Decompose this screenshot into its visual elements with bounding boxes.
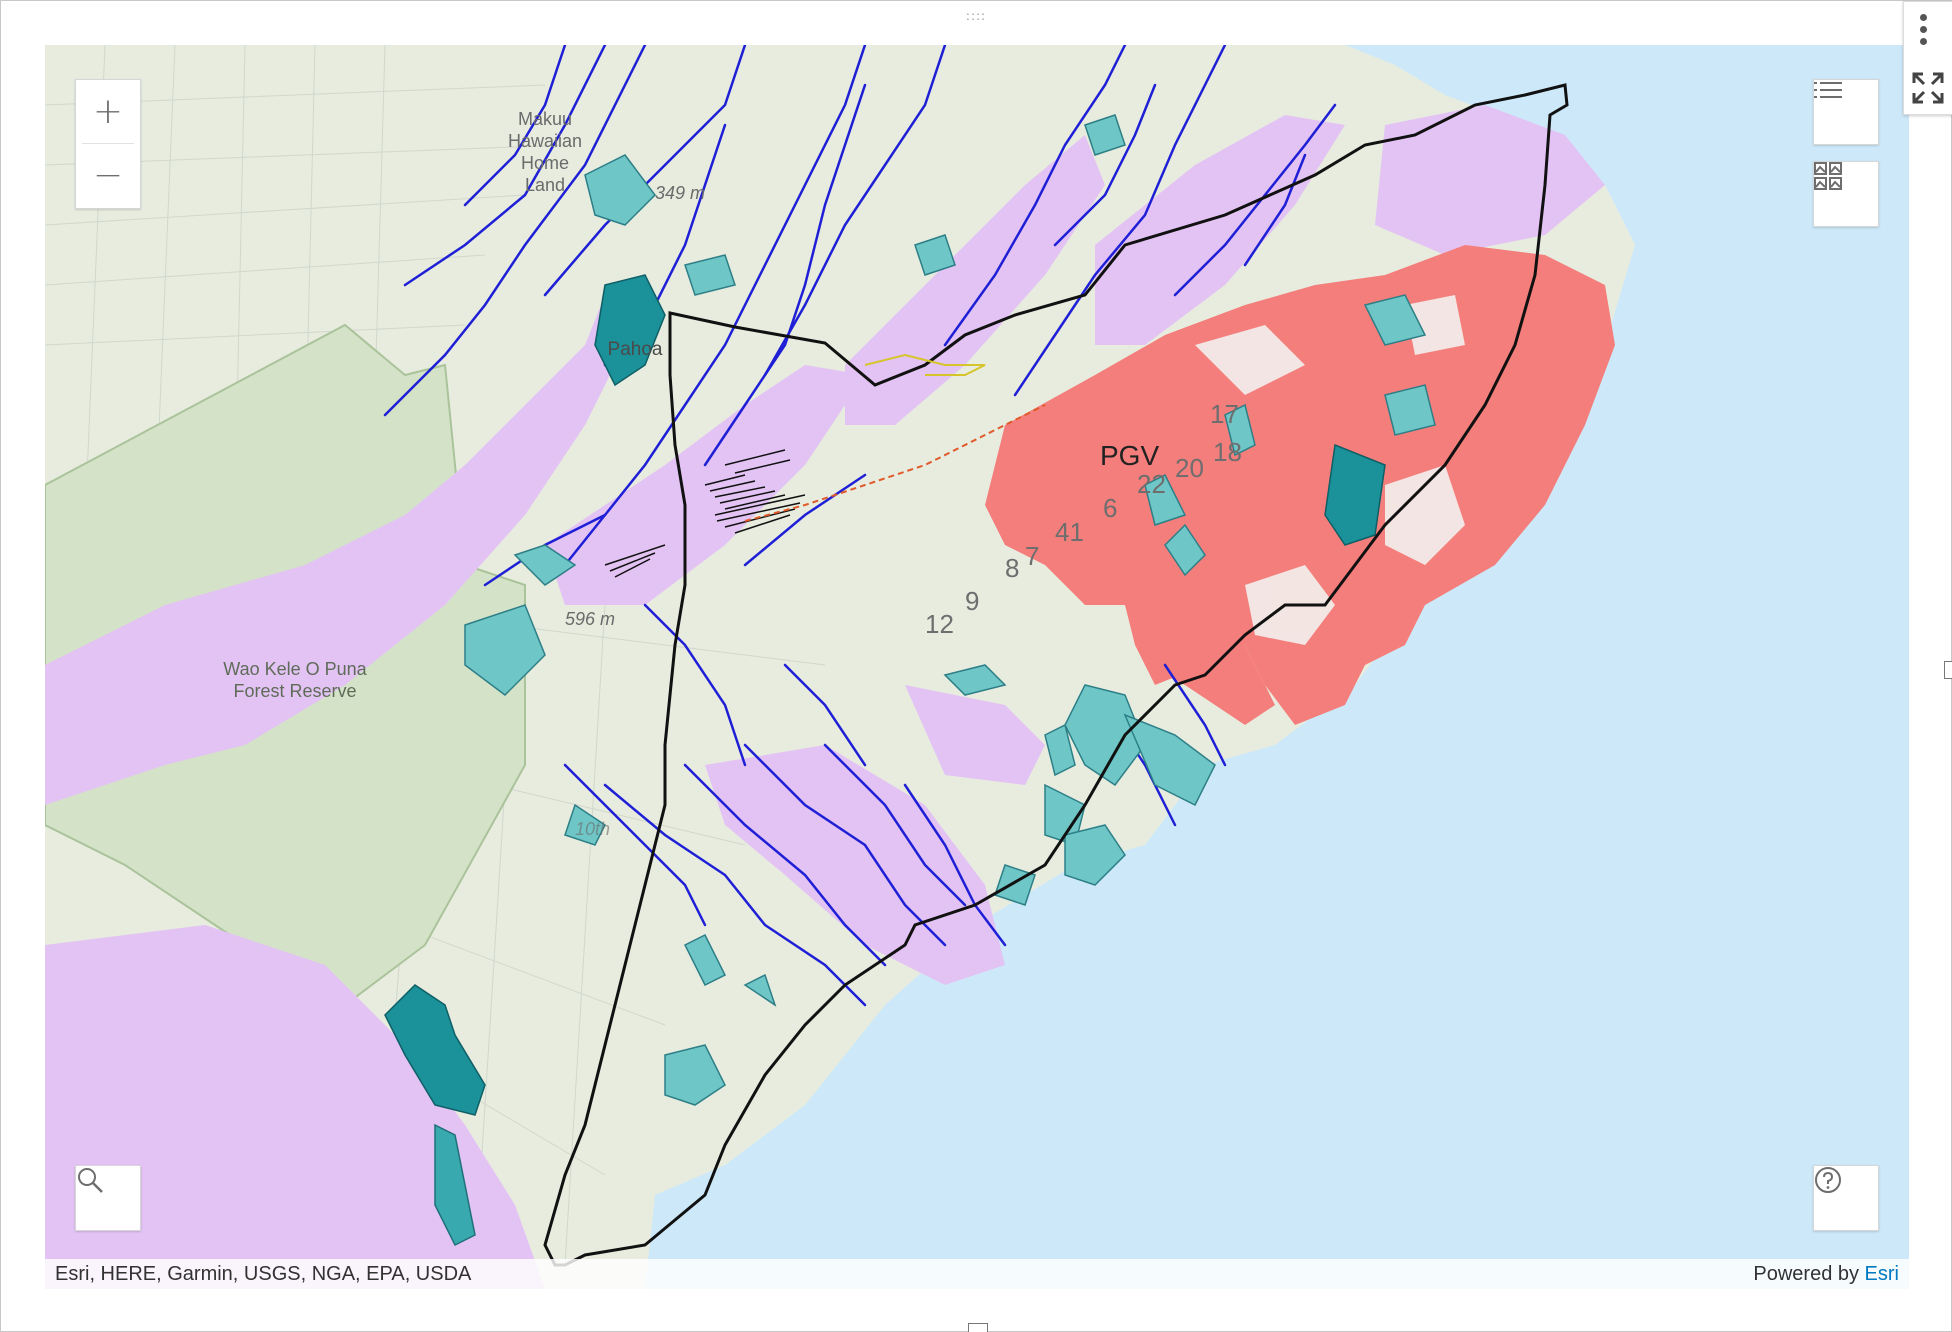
- attribution-sources: Esri, HERE, Garmin, USGS, NGA, EPA, USDA: [55, 1262, 472, 1285]
- esri-link[interactable]: Esri: [1865, 1263, 1899, 1285]
- label-fissure-7: 7: [1025, 541, 1039, 571]
- drag-handle[interactable]: ::::: [964, 10, 988, 22]
- label-pgv: PGV: [1100, 440, 1159, 471]
- label-makuu: Makuu: [518, 109, 572, 129]
- label-fissure-8: 8: [1005, 553, 1019, 583]
- resize-handle-bottom[interactable]: [968, 1323, 988, 1332]
- label-forest-line1: Wao Kele O Puna: [223, 659, 367, 679]
- help-button[interactable]: [1813, 1165, 1879, 1231]
- map-view[interactable]: Makuu Hawaiian Home Land Pahoa 349 m 596…: [45, 45, 1909, 1289]
- search-icon: [78, 1168, 103, 1193]
- label-fissure-41: 41: [1055, 517, 1084, 547]
- widget-menu: [1903, 1, 1952, 115]
- fullscreen-icon: [1912, 72, 1944, 104]
- label-elevation-596: 596 m: [565, 609, 615, 629]
- label-hawaiian: Hawaiian: [508, 131, 582, 151]
- label-road: 10th: [575, 819, 610, 839]
- label-fissure-12: 12: [925, 609, 954, 639]
- label-fissure-18: 18: [1213, 437, 1242, 467]
- label-elevation-349: 349 m: [655, 183, 705, 203]
- label-fissure-22: 22: [1137, 469, 1166, 499]
- basemap-gallery-button[interactable]: [1813, 161, 1879, 227]
- label-fissure-20: 20: [1175, 453, 1204, 483]
- list-icon: [1814, 82, 1842, 98]
- fullscreen-button[interactable]: [1912, 72, 1944, 104]
- zoom-in-button[interactable]: +: [76, 80, 140, 143]
- more-vertical-icon[interactable]: [1920, 14, 1928, 50]
- label-home: Home: [521, 153, 569, 173]
- label-fissure-17: 17: [1210, 399, 1239, 429]
- powered-by-prefix: Powered by: [1753, 1262, 1865, 1285]
- search-button[interactable]: [75, 1165, 141, 1231]
- label-forest-line2: Forest Reserve: [233, 681, 356, 701]
- label-fissure-6: 6: [1103, 493, 1117, 523]
- help-icon: [1815, 1167, 1841, 1193]
- label-fissure-9: 9: [965, 586, 979, 616]
- zoom-control: + −: [75, 79, 141, 209]
- attribution-bar: Esri, HERE, Garmin, USGS, NGA, EPA, USDA…: [45, 1259, 1909, 1289]
- layer-list-button[interactable]: [1813, 79, 1879, 145]
- resize-handle-right[interactable]: [1944, 661, 1952, 679]
- basemap-gallery-icon: [1814, 162, 1842, 190]
- label-land: Land: [525, 175, 565, 195]
- label-pahoa: Pahoa: [608, 339, 663, 360]
- zoom-out-button[interactable]: −: [76, 144, 140, 207]
- map-canvas: Makuu Hawaiian Home Land Pahoa 349 m 596…: [45, 45, 1909, 1289]
- powered-by[interactable]: Powered by Esri: [1753, 1263, 1899, 1286]
- app-frame: :::: Makuu Hawaiian Home Land Pahoa 349 …: [0, 0, 1952, 1332]
